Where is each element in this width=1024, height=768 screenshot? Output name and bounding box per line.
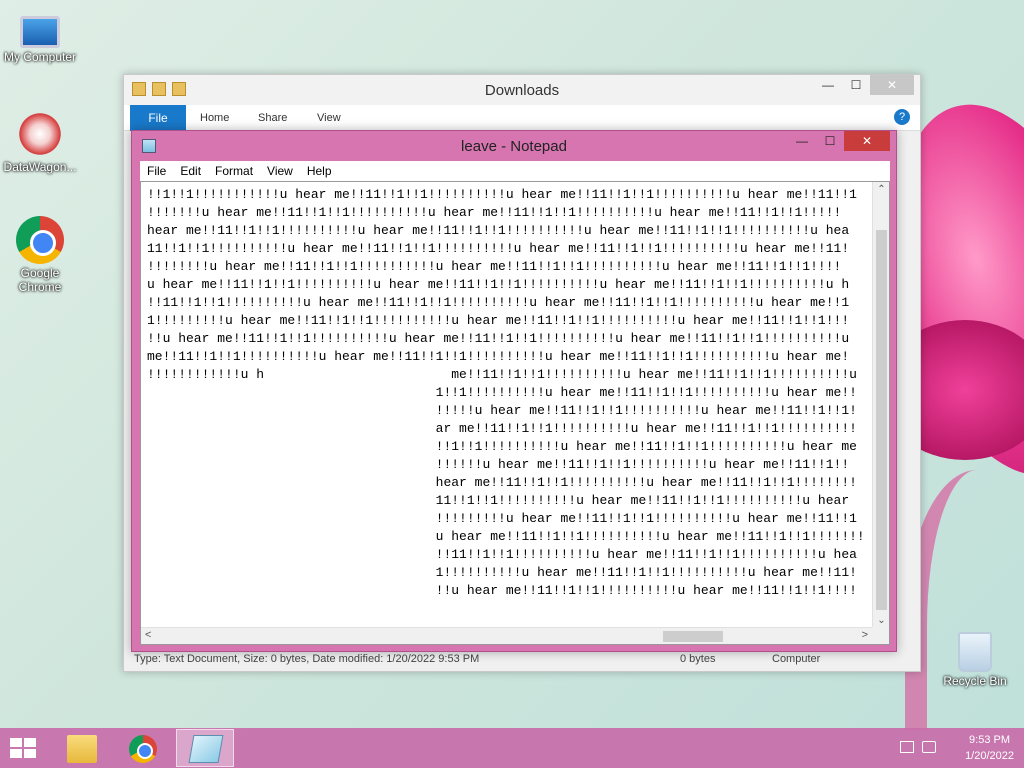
- scroll-thumb[interactable]: [663, 631, 723, 642]
- text-line: 1!!!!!!!!!!u hear me!!11!!1!!1!!!!!!!!!!…: [147, 565, 857, 580]
- scroll-left-arrow-icon[interactable]: <: [145, 629, 151, 641]
- volume-muted-icon[interactable]: [922, 741, 936, 753]
- desktop-icon-label: Recycle Bin: [943, 674, 1007, 688]
- taskbar-notepad[interactable]: [176, 729, 234, 767]
- windows-logo-icon: [10, 749, 22, 758]
- windows-logo-icon: [24, 749, 36, 758]
- desktop-icon-my-computer[interactable]: My Computer: [0, 8, 80, 64]
- clock-date: 1/20/2022: [965, 750, 1014, 762]
- menu-help[interactable]: Help: [300, 161, 339, 181]
- text-line: u hear me!!11!!1!!1!!!!!!!!!!u hear me!!…: [147, 529, 865, 544]
- menu-view[interactable]: View: [260, 161, 300, 181]
- desktop-icon-label: Google Chrome: [18, 266, 62, 294]
- minimize-button[interactable]: —: [788, 131, 816, 151]
- chrome-icon: [16, 216, 64, 264]
- desktop-icon-datawagon[interactable]: DataWagon...: [0, 110, 80, 174]
- text-line: !!!!!!u hear me!!11!!1!!1!!!!!!!!!!u hea…: [147, 457, 850, 472]
- text-line: !!u hear me!!11!!1!!1!!!!!!!!!!u hear me…: [147, 583, 857, 598]
- text-line: !!11!!1!!1!!!!!!!!!!u hear me!!11!!1!!1!…: [147, 295, 850, 310]
- text-line: !!1!!1!!!!!!!!!!!u hear me!!11!!1!!1!!!!…: [147, 187, 857, 202]
- status-location: Computer: [772, 653, 821, 665]
- status-size: 0 bytes: [680, 653, 716, 665]
- close-button[interactable]: ✕: [870, 75, 914, 95]
- notepad-titlebar[interactable]: leave - Notepad — ☐ ✕: [132, 131, 896, 161]
- help-icon[interactable]: ?: [894, 109, 910, 125]
- scroll-down-arrow-icon[interactable]: ⌄: [873, 615, 889, 626]
- chrome-icon: [129, 735, 157, 763]
- text-line: hear me!!11!!1!!1!!!!!!!!!!u hear me!!11…: [147, 223, 850, 238]
- text-line: ar me!!11!!1!!1!!!!!!!!!!u hear me!!11!!…: [147, 421, 857, 436]
- text-line: !!!!!!!u hear me!!11!!1!!1!!!!!!!!!!u he…: [147, 205, 842, 220]
- scroll-up-arrow-icon[interactable]: ⌃: [873, 184, 889, 195]
- menu-format[interactable]: Format: [208, 161, 260, 181]
- text-line: !!!!!u hear me!!11!!1!!1!!!!!!!!!!u hear…: [147, 403, 857, 418]
- clock[interactable]: 9:53 PM 1/20/2022: [965, 732, 1014, 764]
- notepad-window[interactable]: leave - Notepad — ☐ ✕ File Edit Format V…: [131, 130, 897, 652]
- start-button[interactable]: [10, 738, 38, 760]
- computer-icon: [20, 16, 60, 48]
- text-line: !!!!!!!!u hear me!!11!!1!!1!!!!!!!!!!u h…: [147, 259, 842, 274]
- text-line: !!!!!!!!!!!!u h me!!11!!1!!1!!!!!!!!!!u …: [147, 367, 857, 382]
- recycle-bin-icon: [958, 632, 992, 672]
- text-line: !!u hear me!!11!!1!!1!!!!!!!!!!u hear me…: [147, 331, 850, 346]
- scroll-thumb[interactable]: [876, 230, 887, 610]
- menu-edit[interactable]: Edit: [173, 161, 208, 181]
- maximize-button[interactable]: ☐: [816, 131, 844, 151]
- explorer-titlebar[interactable]: Downloads — ☐ ✕: [124, 75, 920, 105]
- text-line: 1!!1!!!!!!!!!!u hear me!!11!!1!!1!!!!!!!…: [147, 385, 857, 400]
- windows-logo-icon: [10, 738, 22, 747]
- ribbon-tab-file[interactable]: File: [130, 105, 186, 131]
- text-line: 11!!1!!1!!!!!!!!!!u hear me!!11!!1!!1!!!…: [147, 241, 850, 256]
- text-editor[interactable]: !!1!!1!!!!!!!!!!!u hear me!!11!!1!!1!!!!…: [140, 181, 890, 645]
- text-content[interactable]: !!1!!1!!!!!!!!!!!u hear me!!11!!1!!1!!!!…: [147, 186, 869, 624]
- ribbon-tab-home[interactable]: Home: [200, 112, 229, 124]
- minimize-button[interactable]: —: [814, 75, 842, 95]
- text-line: hear me!!11!!1!!1!!!!!!!!!!u hear me!!11…: [147, 475, 857, 490]
- desktop-icon-recycle-bin[interactable]: Recycle Bin: [935, 632, 1015, 688]
- status-details: Type: Text Document, Size: 0 bytes, Date…: [134, 653, 480, 665]
- wallpaper-stem: [905, 470, 1024, 730]
- text-line: !!1!!1!!!!!!!!!!u hear me!!11!!1!!1!!!!!…: [147, 439, 857, 454]
- window-title: Downloads: [484, 82, 560, 99]
- close-button[interactable]: ✕: [844, 131, 890, 151]
- text-line: !!11!!1!!1!!!!!!!!!!u hear me!!11!!1!!1!…: [147, 547, 857, 562]
- maximize-button[interactable]: ☐: [842, 75, 870, 95]
- taskbar-chrome[interactable]: [114, 729, 172, 767]
- text-line: 11!!1!!1!!!!!!!!!!u hear me!!11!!1!!1!!!…: [147, 493, 850, 508]
- window-title: leave - Notepad: [461, 138, 567, 155]
- text-line: me!!11!!1!!1!!!!!!!!!!u hear me!!11!!1!!…: [147, 349, 850, 364]
- menu-bar: File Edit Format View Help: [140, 161, 890, 181]
- scroll-right-arrow-icon[interactable]: >: [862, 629, 868, 641]
- horizontal-scrollbar[interactable]: < >: [141, 627, 874, 644]
- network-icon[interactable]: [900, 741, 914, 753]
- menu-file[interactable]: File: [140, 161, 173, 181]
- taskbar: 9:53 PM 1/20/2022: [0, 728, 1024, 768]
- notepad-icon: [188, 735, 224, 763]
- vertical-scrollbar[interactable]: ⌃ ⌄: [872, 182, 889, 628]
- desktop-icon-label: DataWagon...: [3, 160, 77, 174]
- taskbar-file-explorer[interactable]: [52, 729, 110, 767]
- scroll-corner: [872, 627, 889, 644]
- windows-logo-icon: [24, 738, 36, 747]
- text-line: u hear me!!11!!1!!1!!!!!!!!!!u hear me!!…: [147, 277, 850, 292]
- clock-time: 9:53 PM: [969, 734, 1011, 746]
- ribbon-tab-share[interactable]: Share: [258, 112, 287, 124]
- text-line: 1!!!!!!!!!u hear me!!11!!1!!1!!!!!!!!!!u…: [147, 313, 850, 328]
- desktop-icon-label: My Computer: [3, 50, 77, 64]
- desktop-icon-google-chrome[interactable]: Google Chrome: [0, 216, 80, 294]
- ribbon: File Home Share View ?: [124, 105, 920, 131]
- text-line: !!!!!!!!!u hear me!!11!!1!!1!!!!!!!!!!u …: [147, 511, 857, 526]
- ribbon-tab-view[interactable]: View: [317, 112, 341, 124]
- datawagon-icon: [16, 110, 64, 158]
- folder-icon: [67, 735, 97, 763]
- explorer-status-bar: Type: Text Document, Size: 0 bytes, Date…: [124, 649, 920, 671]
